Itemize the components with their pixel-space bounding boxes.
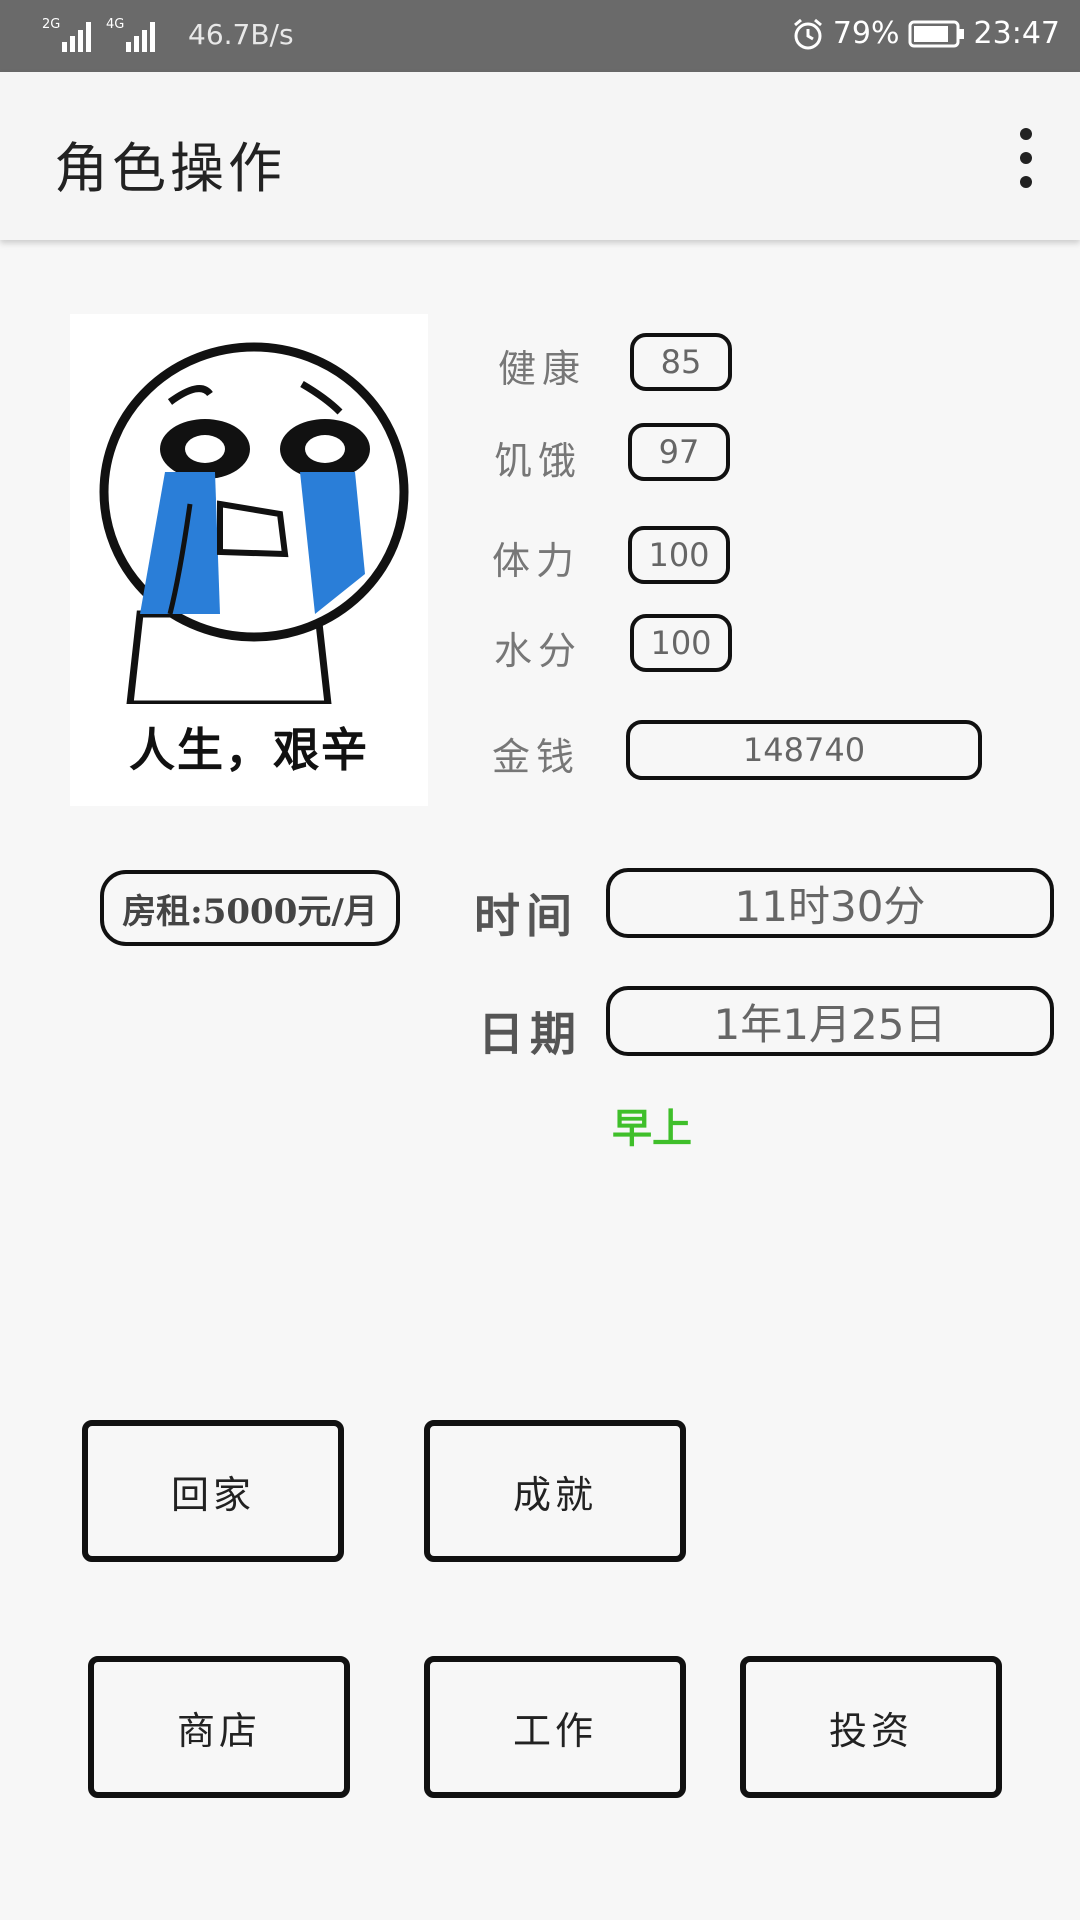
stamina-value: 100 bbox=[628, 526, 730, 584]
stamina-label: 体力 bbox=[492, 539, 581, 583]
date-label: 日期 bbox=[478, 1007, 582, 1061]
signal-icon-2: 4G bbox=[106, 17, 155, 52]
clock: 23:47 bbox=[973, 16, 1060, 51]
alarm-icon bbox=[793, 18, 822, 49]
battery-icon bbox=[908, 20, 964, 47]
status-bar: 2G 4G 46.7B/s 79% 23:47 bbox=[0, 0, 1080, 72]
health-value: 85 bbox=[630, 333, 732, 391]
time-of-day: 早上 bbox=[612, 1105, 692, 1152]
hunger-label: 饥饿 bbox=[494, 439, 583, 483]
battery-percent: 79% bbox=[832, 16, 900, 51]
health-label: 健康 bbox=[498, 347, 587, 391]
app-bar: 角色操作 bbox=[0, 72, 1080, 240]
character-avatar: 人生，艰辛 bbox=[70, 314, 428, 806]
signal-icon: 2G bbox=[42, 17, 91, 52]
avatar-caption: 人生，艰辛 bbox=[129, 723, 369, 777]
more-vert-icon[interactable] bbox=[1006, 128, 1046, 188]
time-label: 时间 bbox=[474, 889, 578, 943]
achievement-button[interactable]: 成就 bbox=[424, 1420, 686, 1562]
water-value: 100 bbox=[630, 614, 732, 672]
money-value: 148740 bbox=[626, 720, 982, 780]
time-value: 11时30分 bbox=[606, 868, 1054, 938]
money-label: 金钱 bbox=[492, 735, 581, 779]
network-speed: 46.7B/s bbox=[188, 18, 294, 51]
water-label: 水分 bbox=[494, 629, 583, 673]
rent-badge: 房租:5000元/月 bbox=[100, 870, 400, 946]
page-title: 角色操作 bbox=[54, 137, 286, 200]
hunger-value: 97 bbox=[628, 423, 730, 481]
date-value: 1年1月25日 bbox=[606, 986, 1054, 1056]
shop-button[interactable]: 商店 bbox=[88, 1656, 350, 1798]
work-button[interactable]: 工作 bbox=[424, 1656, 686, 1798]
invest-button[interactable]: 投资 bbox=[740, 1656, 1002, 1798]
crying-face-image bbox=[99, 342, 409, 704]
home-button[interactable]: 回家 bbox=[82, 1420, 344, 1562]
svg-text:4G: 4G bbox=[106, 17, 124, 32]
svg-text:2G: 2G bbox=[42, 17, 60, 32]
